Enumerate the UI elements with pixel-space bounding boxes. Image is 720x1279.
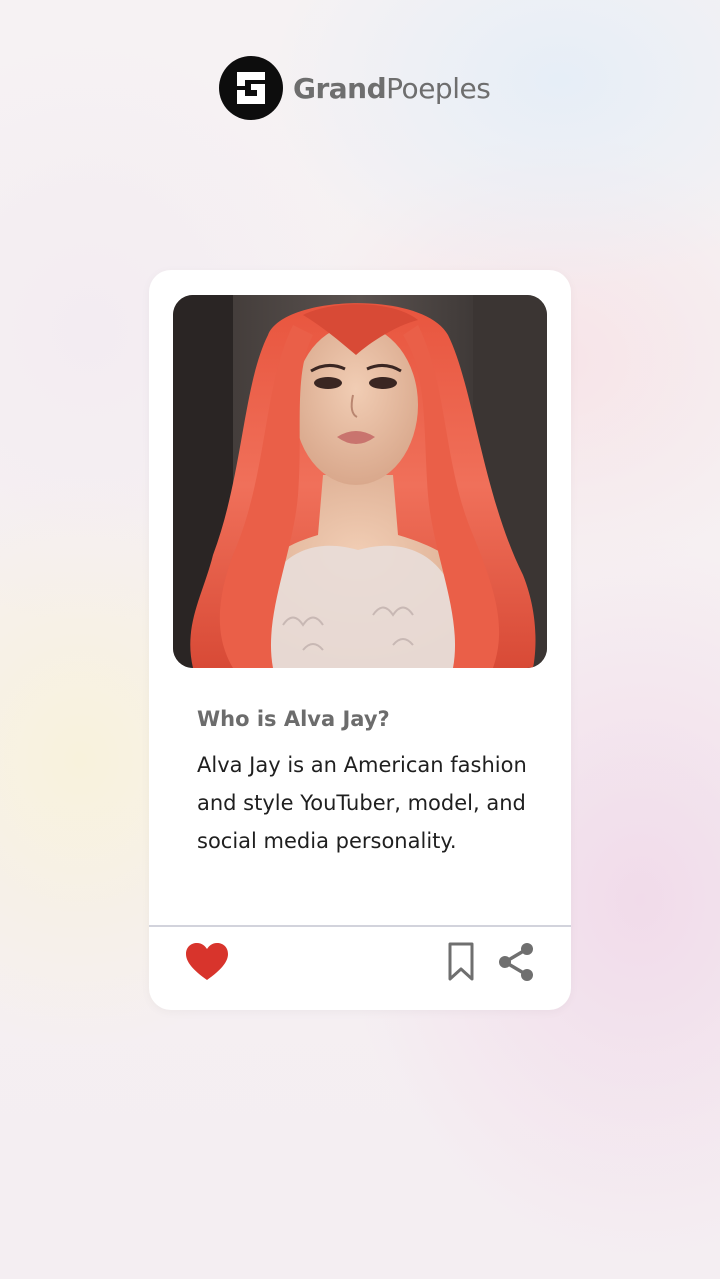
bookmark-button[interactable] [445,940,477,984]
share-button[interactable] [495,940,537,984]
g-logo-icon [219,56,283,120]
card-description: Alva Jay is an American fashion and styl… [197,753,527,853]
brand-name-regular: Poeples [386,71,491,105]
bookmark-icon [448,942,474,981]
brand-name-bold: Grand [293,71,387,105]
brand-name: GrandPoeples [293,71,491,105]
heart-icon [186,943,228,980]
brand-header: GrandPoeples [219,56,491,120]
share-icon [499,943,533,981]
profile-photo [173,295,547,668]
card-divider [149,925,571,927]
card-question: Who is Alva Jay? [197,707,390,731]
like-button[interactable] [183,940,231,984]
profile-card: Who is Alva Jay? Alva Jay is an American… [149,270,571,1010]
